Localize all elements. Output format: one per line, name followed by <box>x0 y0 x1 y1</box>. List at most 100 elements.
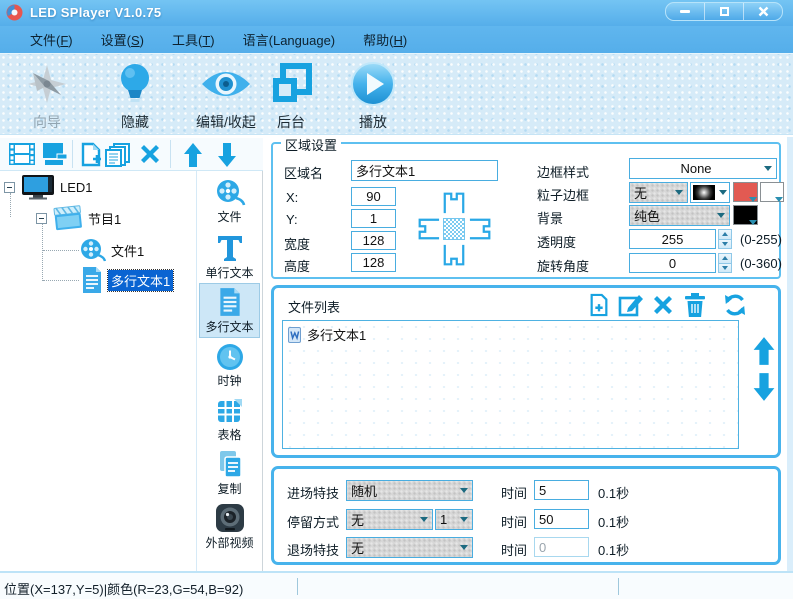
collapse-toggle-icon[interactable] <box>4 182 15 193</box>
region-name-label: 区域名 <box>284 163 323 182</box>
item-down-icon[interactable] <box>752 372 776 402</box>
title-bar: LED SPlayer V1.0.75 <box>0 0 793 26</box>
move-down-icon[interactable] <box>216 142 238 168</box>
stay-mode-dropdown[interactable]: 无 <box>346 509 433 530</box>
particle-border-dropdown[interactable]: 无 <box>629 182 688 203</box>
stay-count-dropdown[interactable]: 1 <box>435 509 473 530</box>
chevron-down-icon <box>717 213 725 218</box>
x-input[interactable] <box>351 187 396 206</box>
align-bottom-button[interactable] <box>442 244 466 268</box>
region-name-input[interactable] <box>351 160 498 181</box>
chevron-down-icon <box>764 166 772 171</box>
screen-toolbar <box>0 138 263 171</box>
window-controls <box>665 2 783 21</box>
align-left-button[interactable] <box>416 217 440 241</box>
stay-time-input[interactable] <box>534 509 589 529</box>
element-toolbar: 文件 单行文本 多行文 <box>198 171 263 571</box>
chevron-down-icon <box>460 517 468 522</box>
menu-tools[interactable]: 工具(T) <box>172 30 215 49</box>
tree-node-screen[interactable]: LED1 <box>4 174 93 200</box>
refresh-button[interactable] <box>722 293 748 317</box>
status-bar: 位置(X=137,Y=5)|颜色(R=23,G=54,B=92) <box>0 571 793 599</box>
rotation-spinner[interactable] <box>718 253 732 273</box>
align-center-button[interactable] <box>443 218 465 240</box>
height-label: 高度 <box>284 256 310 275</box>
element-multi-line-text[interactable]: 多行文本 <box>199 283 260 338</box>
menu-help[interactable]: 帮助(H) <box>363 30 407 49</box>
close-button[interactable] <box>743 3 782 20</box>
monitor-icon <box>21 174 55 200</box>
hide-button[interactable]: 隐藏 <box>98 58 172 132</box>
clapperboard-icon <box>53 204 83 232</box>
app-window: LED SPlayer V1.0.75 文件(F) 设置(S) 工具(T) 语言… <box>0 0 793 599</box>
width-input[interactable] <box>351 231 396 250</box>
tree-node-multitext[interactable]: 多行文本1 <box>80 267 173 293</box>
element-external-video[interactable]: 外部视频 <box>199 503 260 551</box>
width-label: 宽度 <box>284 234 310 253</box>
add-file-button[interactable] <box>586 293 612 317</box>
rotation-range-hint: (0-360) <box>740 256 782 271</box>
particle-image-dropdown[interactable] <box>690 182 730 203</box>
entry-time-input[interactable] <box>534 480 589 500</box>
new-program-icon[interactable] <box>79 142 103 168</box>
y-input[interactable] <box>351 209 396 228</box>
collapse-toggle-icon[interactable] <box>36 213 47 224</box>
play-icon <box>338 58 408 110</box>
background-color-swatch[interactable] <box>733 205 758 225</box>
exit-effect-dropdown[interactable]: 无 <box>346 537 473 558</box>
particle-color2-swatch[interactable] <box>760 182 784 202</box>
particle-color1-swatch[interactable] <box>733 182 758 202</box>
element-clock[interactable]: 时钟 <box>199 343 260 389</box>
file-list-title: 文件列表 <box>288 297 340 316</box>
screen-layout-icon[interactable] <box>42 142 68 166</box>
maximize-button[interactable] <box>704 3 743 20</box>
delete-x-icon[interactable] <box>137 142 163 166</box>
file-list[interactable]: 多行文本1 <box>282 320 739 449</box>
align-right-button[interactable] <box>469 217 493 241</box>
wizard-compass-icon <box>8 58 86 110</box>
element-file[interactable]: 文件 <box>199 179 260 225</box>
border-style-dropdown[interactable]: None <box>629 158 777 179</box>
region-settings-group: 区域设置 区域名 X: Y: 宽度 高度 <box>271 142 781 279</box>
rotation-input[interactable] <box>629 253 716 273</box>
element-single-line-text[interactable]: 单行文本 <box>199 233 260 281</box>
copy-icon <box>199 449 260 479</box>
align-top-button[interactable] <box>442 190 466 214</box>
edit-collapse-button[interactable]: 编辑/收起 <box>182 58 270 132</box>
clear-trash-button[interactable] <box>682 293 708 317</box>
background-dropdown[interactable]: 纯色 <box>629 205 730 226</box>
menu-settings[interactable]: 设置(S) <box>101 30 144 49</box>
wizard-button[interactable]: 向导 <box>8 58 86 132</box>
play-button[interactable]: 播放 <box>338 58 408 132</box>
menu-file[interactable]: 文件(F) <box>30 30 73 49</box>
particle-border-label: 粒子边框 <box>537 185 589 204</box>
background-button[interactable]: 后台 <box>260 58 322 132</box>
delete-file-button[interactable] <box>650 293 676 317</box>
move-up-icon[interactable] <box>182 142 204 168</box>
right-panel: 区域设置 区域名 X: Y: 宽度 高度 <box>266 137 787 571</box>
status-position-color: 位置(X=137,Y=5)|颜色(R=23,G=54,B=92) <box>4 579 243 598</box>
filmstrip-icon[interactable] <box>8 142 36 166</box>
item-up-icon[interactable] <box>752 336 776 366</box>
table-icon <box>199 397 260 425</box>
chevron-down-icon <box>775 197 783 202</box>
chevron-down-icon <box>460 488 468 493</box>
menu-language[interactable]: 语言(Language) <box>243 30 336 49</box>
height-input[interactable] <box>351 253 396 272</box>
minimize-button[interactable] <box>666 3 704 20</box>
edit-file-button[interactable] <box>618 293 644 317</box>
chevron-down-icon <box>749 197 757 202</box>
rotation-label: 旋转角度 <box>537 256 589 275</box>
element-copy[interactable]: 复制 <box>199 449 260 497</box>
program-tree: LED1 节目1 <box>0 171 197 571</box>
copy-program-icon[interactable] <box>104 142 132 168</box>
entry-time-label: 时间 <box>501 483 527 502</box>
file-list-item[interactable]: 多行文本1 <box>287 325 366 344</box>
tree-node-file[interactable]: 文件1 <box>80 237 144 263</box>
tree-node-program[interactable]: 节目1 <box>36 205 121 231</box>
opacity-spinner[interactable] <box>718 229 732 249</box>
film-reel-icon <box>80 238 106 262</box>
entry-effect-dropdown[interactable]: 随机 <box>346 480 473 501</box>
element-table[interactable]: 表格 <box>199 397 260 443</box>
opacity-input[interactable] <box>629 229 716 249</box>
